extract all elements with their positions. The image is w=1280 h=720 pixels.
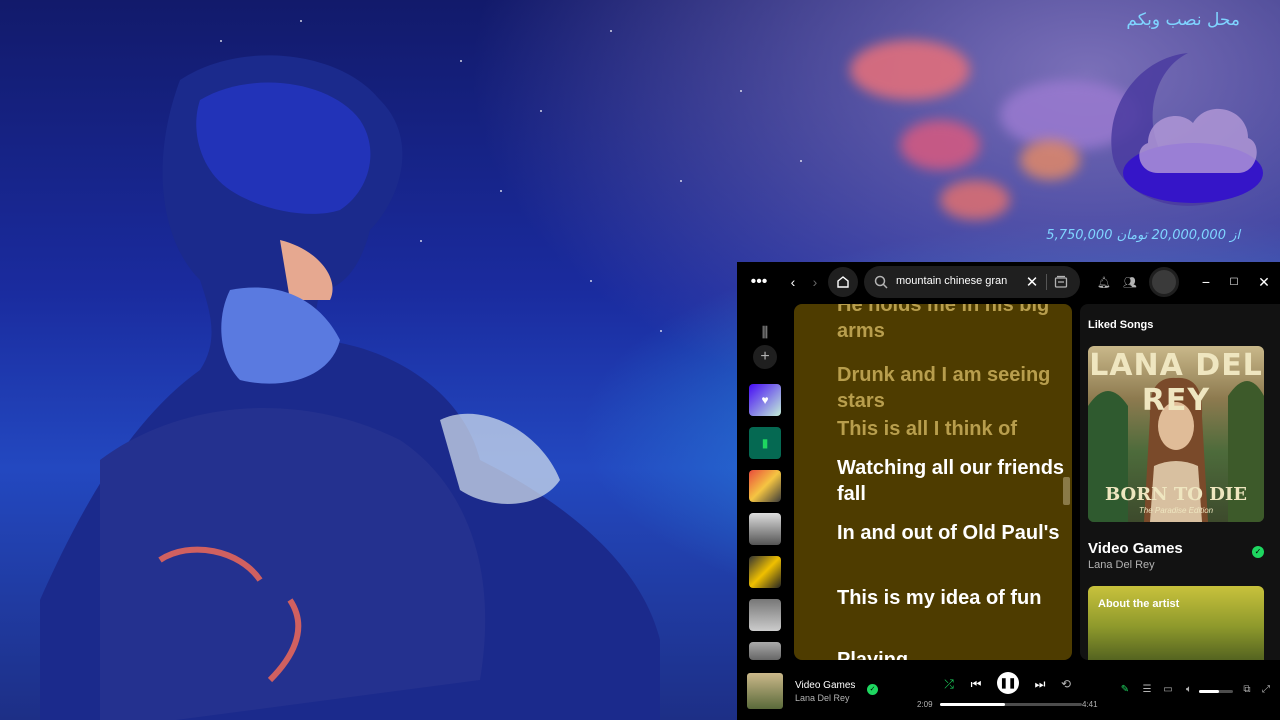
donation-widget-title: محل نصب وبکم	[1126, 10, 1240, 30]
lyric-line[interactable]: This is my idea of fun	[837, 585, 1067, 611]
track-title[interactable]: Video Games	[1088, 540, 1183, 557]
search-bar[interactable]: mountain chinese gran ✕	[864, 266, 1080, 298]
lyric-line[interactable]: He holds me in his big arms	[837, 304, 1067, 344]
browse-icon[interactable]	[1053, 274, 1069, 290]
fullscreen-icon[interactable]: ⤢	[1259, 682, 1273, 696]
previous-icon[interactable]: ⏮︎	[966, 674, 986, 694]
miniplayer-icon[interactable]: ⧉	[1240, 682, 1254, 696]
lyric-line[interactable]: Drunk and I am seeing stars	[837, 362, 1067, 414]
back-arrow-icon[interactable]: ‹	[785, 272, 801, 292]
shuffle-icon[interactable]: ⤮	[939, 674, 959, 694]
elapsed-time: 2:09	[917, 700, 933, 709]
about-artist-label: About the artist	[1098, 598, 1180, 610]
donation-widget-amount: 5,750,000 از 20,000,000 تومان	[1046, 228, 1240, 243]
now-playing-art[interactable]	[747, 673, 783, 709]
lyric-line[interactable]: In and out of Old Paul's	[837, 520, 1067, 546]
now-playing-artist[interactable]: Lana Del Rey	[795, 693, 850, 703]
pause-button[interactable]: ❚❚	[997, 672, 1019, 694]
maximize-icon[interactable]: ☐	[1227, 275, 1241, 289]
create-playlist-icon[interactable]: +	[753, 345, 777, 369]
playlist-tile-1[interactable]	[749, 470, 781, 502]
bookmark-icon: ▮	[761, 436, 769, 450]
now-playing-panel: Liked Songs LANA DEL REY BORN TO DIE The…	[1080, 304, 1280, 660]
about-artist-card[interactable]: About the artist	[1088, 586, 1264, 660]
moon-cloud-logo	[1111, 53, 1263, 206]
lyrics-scrollbar[interactable]	[1063, 477, 1070, 505]
album-cover: LANA DEL REY BORN TO DIE The Paradise Ed…	[1088, 346, 1264, 522]
album-artist-text: LANA DEL REY	[1089, 348, 1263, 418]
home-icon	[837, 276, 849, 288]
library-icon[interactable]: ⫼	[749, 316, 781, 348]
liked-songs-tile[interactable]: ♥	[749, 384, 781, 416]
volume-icon[interactable]: 🔈︎	[1182, 682, 1196, 696]
user-avatar[interactable]	[1149, 267, 1179, 297]
search-icon	[874, 275, 888, 289]
now-playing-title[interactable]: Video Games	[795, 680, 855, 691]
panel-title: Liked Songs	[1088, 319, 1154, 331]
spotify-window: ••• ‹ › mountain chinese gran ✕ 🔔︎ 👥︎ − …	[737, 262, 1280, 720]
playlist-tile-2[interactable]	[749, 513, 781, 545]
forward-arrow-icon[interactable]: ›	[807, 272, 823, 292]
close-icon[interactable]: ✕	[1257, 274, 1271, 290]
playlist-tile-4[interactable]	[749, 599, 781, 631]
lyric-line[interactable]: Playing	[837, 647, 1067, 660]
your-episodes-tile[interactable]: ▮	[749, 427, 781, 459]
progress-fill	[940, 703, 1006, 706]
search-input[interactable]: mountain chinese gran	[896, 275, 1024, 287]
connect-device-icon[interactable]: ▭	[1161, 682, 1175, 696]
search-divider	[1046, 274, 1047, 290]
repeat-icon[interactable]: ⟲	[1056, 674, 1076, 694]
pause-icon: ❚❚	[999, 677, 1017, 689]
top-bar: ••• ‹ › mountain chinese gran ✕ 🔔︎ 👥︎ − …	[737, 262, 1280, 302]
album-edition-text: The Paradise Edition	[1138, 506, 1214, 515]
now-saved-check-icon[interactable]: ✓	[867, 684, 878, 695]
lyrics-panel: He holds me in his big arms Drunk and I a…	[794, 304, 1072, 660]
lyric-line[interactable]: This is all I think of	[837, 416, 1067, 442]
track-artist[interactable]: Lana Del Rey	[1088, 559, 1155, 571]
home-button[interactable]	[828, 267, 858, 297]
lyric-line[interactable]: Watching all our friends fall	[837, 455, 1067, 507]
clear-search-icon[interactable]: ✕	[1024, 274, 1040, 291]
queue-icon[interactable]: ☰	[1140, 682, 1154, 696]
lyrics-mic-icon[interactable]: ✎	[1118, 682, 1132, 696]
friends-activity-icon[interactable]: 👥︎	[1123, 275, 1137, 289]
next-icon[interactable]: ⏭︎	[1030, 674, 1050, 694]
more-menu-icon[interactable]: •••	[749, 273, 769, 290]
duration-time: 4:41	[1082, 700, 1098, 709]
volume-fill	[1199, 690, 1220, 693]
heart-icon: ♥	[761, 393, 769, 407]
playlist-tile-5[interactable]	[749, 642, 781, 660]
playlist-tile-3[interactable]	[749, 556, 781, 588]
album-title-text: BORN TO DIE	[1105, 484, 1247, 505]
player-bar: Video Games Lana Del Rey ✓ ⤮ ⏮︎ ❚❚ ⏭︎ ⟲ …	[737, 662, 1280, 720]
notification-bell-icon[interactable]: 🔔︎	[1097, 275, 1111, 289]
anime-character-illustration	[40, 55, 660, 720]
saved-check-icon[interactable]: ✓	[1252, 546, 1264, 558]
volume-slider[interactable]	[1199, 690, 1233, 693]
progress-bar[interactable]	[940, 703, 1082, 706]
minimize-icon[interactable]: −	[1199, 274, 1213, 290]
